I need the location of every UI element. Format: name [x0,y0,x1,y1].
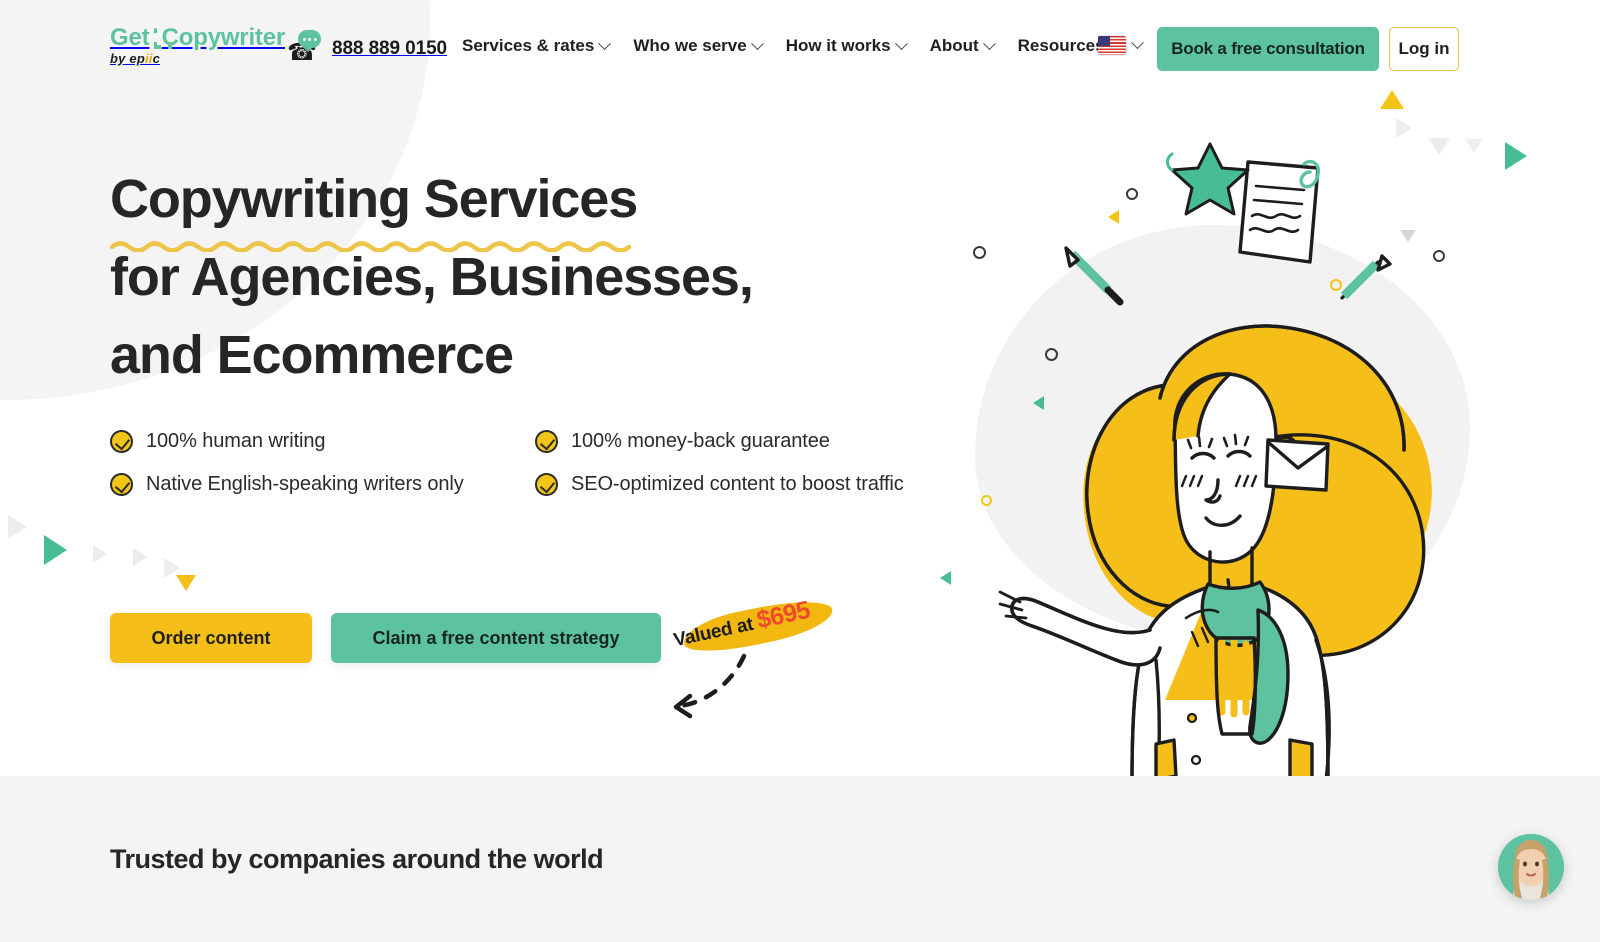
support-agent-avatar [1498,834,1564,900]
page-title: Copywriting Services for Agencies, Busin… [110,160,870,394]
feature-label: 100% money-back guarantee [571,430,830,452]
logo-word-get: Get [110,24,150,51]
us-flag-icon [1098,36,1126,55]
logo-tagline-post: c [152,51,161,66]
decor-triangle-green-topright [1505,142,1527,170]
decor-triangle-gray-6 [93,545,107,563]
nav-item-about[interactable]: About [929,36,996,56]
site-header: Get Copywriter by epiic ☎ 888 889 0150 S… [0,0,1600,98]
site-logo[interactable]: Get Copywriter by epiic [110,26,285,68]
check-circle-icon [110,473,133,496]
chevron-down-icon [1131,36,1144,50]
language-selector[interactable] [1098,36,1144,55]
nav-item-how-it-works[interactable]: How it works [785,36,908,56]
claim-content-strategy-button[interactable]: Claim a free content strategy [331,613,661,663]
check-circle-icon [535,473,558,496]
logo-tagline-ii: ii [144,51,153,66]
check-circle-icon [110,430,133,453]
decor-triangle-green-illus-2 [940,571,951,585]
headline-line-3: and Ecommerce [110,325,514,385]
login-button[interactable]: Log in [1389,27,1459,71]
chevron-down-icon [982,36,996,50]
dashed-arrow-icon [673,653,747,719]
nav-label: How it works [785,36,891,55]
decor-triangle-gray-7 [133,548,147,566]
feature-item: SEO-optimized content to boost traffic [535,473,970,496]
logo-tagline-pre: by ep [110,51,145,66]
nav-item-services-rates[interactable]: Services & rates [462,36,612,56]
chevron-down-icon [750,36,764,50]
hero-illustration [960,140,1480,776]
main-navigation: Services & rates Who we serve How it wor… [462,36,1122,56]
logo-primary-text: Get Copywriter [110,26,285,50]
phone-number: 888 889 0150 [332,38,448,59]
feature-label: 100% human writing [146,430,326,452]
headline-line-2: for Agencies, Businesses, [110,247,754,307]
chat-bubble-icon [298,30,321,52]
logo-word-copywriter: Copywriter [161,24,286,51]
headline-line-1-wrap: Copywriting Services [110,160,638,252]
nav-item-who-we-serve[interactable]: Who we serve [633,36,764,56]
hero-section: Get Copywriter by epiic ☎ 888 889 0150 S… [0,0,1600,776]
feature-label: Native English-speaking writers only [146,473,464,495]
chat-widget-button[interactable] [1498,834,1564,900]
nav-label: About [929,36,979,55]
valued-badge: Valued at $695 [666,592,856,719]
feature-label: SEO-optimized content to boost traffic [571,473,904,495]
trusted-section: Trusted by companies around the world [0,776,1600,942]
chevron-down-icon [598,36,612,50]
nav-label: Who we serve [633,36,747,55]
order-content-button[interactable]: Order content [110,613,312,663]
decor-triangle-gray-5 [8,515,27,539]
decor-triangle-green-left [44,535,67,565]
feature-item: 100% human writing [110,430,535,453]
hero-feature-list: 100% human writing 100% money-back guara… [110,430,970,496]
logo-tagline: by epiic [110,51,164,66]
feature-item: 100% money-back guarantee [535,430,970,453]
nav-label: Resources [1017,36,1105,55]
logo-a-mark [154,27,175,49]
nav-label: Services & rates [462,36,595,55]
phone-link[interactable]: ☎ 888 889 0150 [287,30,447,68]
check-circle-icon [535,430,558,453]
decor-triangle-gray-1 [1396,118,1412,138]
chevron-down-icon [894,36,908,50]
headline-line-1: Copywriting Services [110,169,638,229]
wavy-underline-icon [110,241,632,252]
book-consultation-button[interactable]: Book a free consultation [1157,27,1379,71]
phone-chat-icon: ☎ [287,30,321,68]
feature-item: Native English-speaking writers only [110,473,535,496]
trusted-title: Trusted by companies around the world [110,844,604,874]
decor-triangle-yellow-left [176,575,196,591]
